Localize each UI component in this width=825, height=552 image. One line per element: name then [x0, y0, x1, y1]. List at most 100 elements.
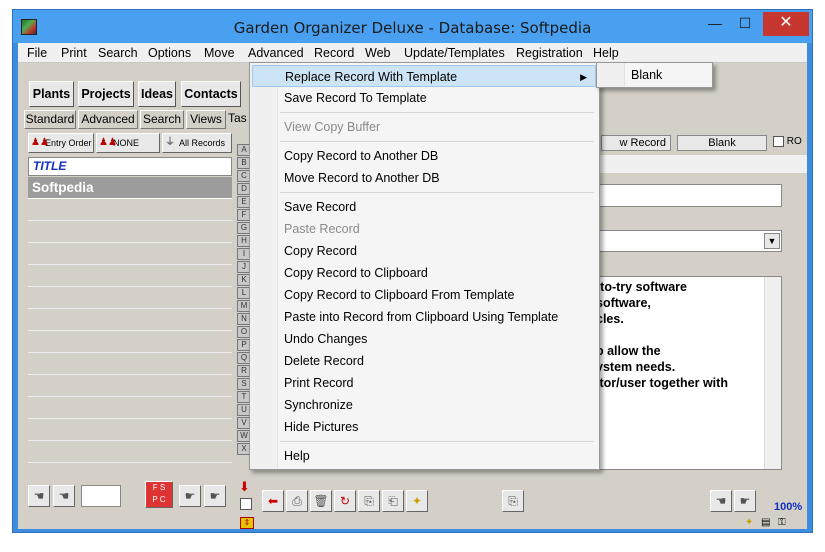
menu-item-copy-record-to-clipboard[interactable]: Copy Record to Clipboard: [252, 262, 596, 284]
menu-update-templates[interactable]: Update/Templates: [404, 46, 505, 60]
bottom-toolbar: ☚ ☚ F SP C ☛ ☛ ⬇ ⬅ ⎙ 🗑 ↻ ⎘ ⎗ ✦ ⎘ ☚ ☛ 100…: [18, 479, 807, 529]
title-field[interactable]: [591, 184, 782, 207]
list-item[interactable]: [28, 353, 232, 375]
menu-item-help[interactable]: Help: [252, 445, 596, 467]
list-item[interactable]: [28, 331, 232, 353]
menu-separator: [280, 112, 594, 113]
menu-item-label: Paste Record: [284, 222, 360, 236]
list-item[interactable]: [28, 441, 232, 463]
people-icon: ♟♟: [99, 137, 117, 148]
menu-advanced[interactable]: Advanced: [248, 46, 304, 60]
back-arrow-icon[interactable]: ⬅: [262, 490, 284, 512]
menu-item-label: View Copy Buffer: [284, 120, 381, 134]
menu-options[interactable]: Options: [148, 46, 191, 60]
menu-file[interactable]: File: [27, 46, 47, 60]
status-arrows-icon: ⇕: [240, 517, 254, 529]
list-item[interactable]: [28, 375, 232, 397]
next-record-icon[interactable]: ☛: [179, 485, 201, 507]
list-item[interactable]: [28, 397, 232, 419]
menu-item-label: Synchronize: [284, 398, 353, 412]
menu-item-undo-changes[interactable]: Undo Changes: [252, 328, 596, 350]
menu-item-replace-record-with-template[interactable]: Replace Record With Template ▶: [252, 65, 596, 87]
last-record-icon[interactable]: ☛: [204, 485, 226, 507]
template-submenu: Blank: [596, 62, 713, 88]
ideas-button[interactable]: Ideas: [138, 81, 176, 107]
menu-registration[interactable]: Registration: [516, 46, 583, 60]
trash-icon[interactable]: 🗑: [310, 490, 332, 512]
tab-advanced[interactable]: Advanced: [78, 110, 138, 129]
list-item[interactable]: [28, 243, 232, 265]
entry-order-button[interactable]: ♟♟ Entry Order: [28, 133, 94, 153]
menu-item-move-record-to-another-db[interactable]: Move Record to Another DB: [252, 167, 596, 189]
projects-button[interactable]: Projects: [78, 81, 134, 107]
category-select[interactable]: ▼: [591, 230, 782, 252]
tab-views[interactable]: Views: [186, 110, 226, 129]
blank-template-button[interactable]: Blank: [677, 135, 767, 151]
select-all-checkbox[interactable]: [240, 498, 252, 510]
maximize-button[interactable]: ☐: [731, 12, 759, 36]
lightbulb-icon[interactable]: ✦: [406, 490, 428, 512]
minimize-button[interactable]: —: [701, 12, 729, 36]
title-bar[interactable]: Garden Organizer Deluxe - Database: Soft…: [13, 10, 812, 43]
menu-item-copy-record-to-another-db[interactable]: Copy Record to Another DB: [252, 145, 596, 167]
menu-item-label: Copy Record to Clipboard From Template: [284, 288, 515, 302]
menu-move[interactable]: Move: [204, 46, 235, 60]
status-pages-icon: ▤: [761, 517, 771, 528]
sort-none-button[interactable]: ♟♟ NONE: [96, 133, 160, 153]
menu-item-save-record[interactable]: Save Record: [252, 196, 596, 218]
menu-web[interactable]: Web: [365, 46, 390, 60]
menu-item-synchronize[interactable]: Synchronize: [252, 394, 596, 416]
close-button[interactable]: ✕: [763, 12, 809, 36]
menu-item-label: Copy Record to Another DB: [284, 149, 439, 163]
list-item[interactable]: [28, 221, 232, 243]
list-item[interactable]: [28, 309, 232, 331]
column-title[interactable]: TITLE: [28, 157, 232, 176]
list-item-selected[interactable]: Softpedia: [28, 177, 232, 199]
menu-item-label: Save Record: [284, 200, 357, 214]
record-list: Softpedia: [28, 177, 232, 477]
detail-next-icon[interactable]: ☛: [734, 490, 756, 512]
read-only-checkbox[interactable]: [773, 136, 784, 147]
fspc-icon[interactable]: F SP C: [145, 481, 173, 508]
list-item[interactable]: [28, 287, 232, 309]
memo-scrollbar[interactable]: [764, 277, 781, 469]
menu-search[interactable]: Search: [98, 46, 138, 60]
menu-item-hide-pictures[interactable]: Hide Pictures: [252, 416, 596, 438]
memo-line: itor/user together with: [596, 376, 728, 390]
all-records-button[interactable]: ⏚ All Records: [162, 133, 232, 153]
record-number-input[interactable]: [81, 485, 121, 507]
menu-item-paste-into-record-from-clipboard-using-template[interactable]: Paste into Record from Clipboard Using T…: [252, 306, 596, 328]
paste-record-icon[interactable]: ⎗: [382, 490, 404, 512]
memo-line: -to-try software: [596, 280, 687, 294]
menu-print[interactable]: Print: [61, 46, 87, 60]
read-only-toggle[interactable]: RO: [773, 136, 802, 147]
tab-search[interactable]: Search: [140, 110, 184, 129]
list-item[interactable]: [28, 265, 232, 287]
print-icon[interactable]: ⎙: [286, 490, 308, 512]
refresh-icon[interactable]: ↻: [334, 490, 356, 512]
list-item[interactable]: [28, 199, 232, 221]
memo-line: o allow the: [596, 344, 661, 358]
tab-standard[interactable]: Standard: [24, 110, 76, 129]
submenu-arrow-icon: ▶: [580, 72, 587, 82]
menu-record[interactable]: Record: [314, 46, 354, 60]
submenu-item-blank[interactable]: Blank: [599, 64, 709, 86]
plants-button[interactable]: Plants: [29, 81, 74, 107]
first-record-icon[interactable]: ☚: [28, 485, 50, 507]
menu-item-save-record-to-template[interactable]: Save Record To Template: [252, 87, 596, 109]
detail-prev-icon[interactable]: ☚: [710, 490, 732, 512]
menu-item-copy-record-to-clipboard-from-template[interactable]: Copy Record to Clipboard From Template: [252, 284, 596, 306]
list-item[interactable]: [28, 419, 232, 441]
template-icon[interactable]: ⎘: [502, 490, 524, 512]
new-record-button[interactable]: w Record: [601, 135, 671, 151]
down-arrow-icon[interactable]: ⬇: [239, 479, 250, 495]
contacts-button[interactable]: Contacts: [181, 81, 241, 107]
copy-record-icon[interactable]: ⎘: [358, 490, 380, 512]
menu-item-copy-record[interactable]: Copy Record: [252, 240, 596, 262]
menu-help[interactable]: Help: [593, 46, 619, 60]
notes-memo[interactable]: -to-try software software, cles. o allow…: [591, 276, 782, 470]
menu-item-delete-record[interactable]: Delete Record: [252, 350, 596, 372]
menu-item-print-record[interactable]: Print Record: [252, 372, 596, 394]
prev-record-icon[interactable]: ☚: [53, 485, 75, 507]
chevron-down-icon[interactable]: ▼: [764, 233, 780, 249]
